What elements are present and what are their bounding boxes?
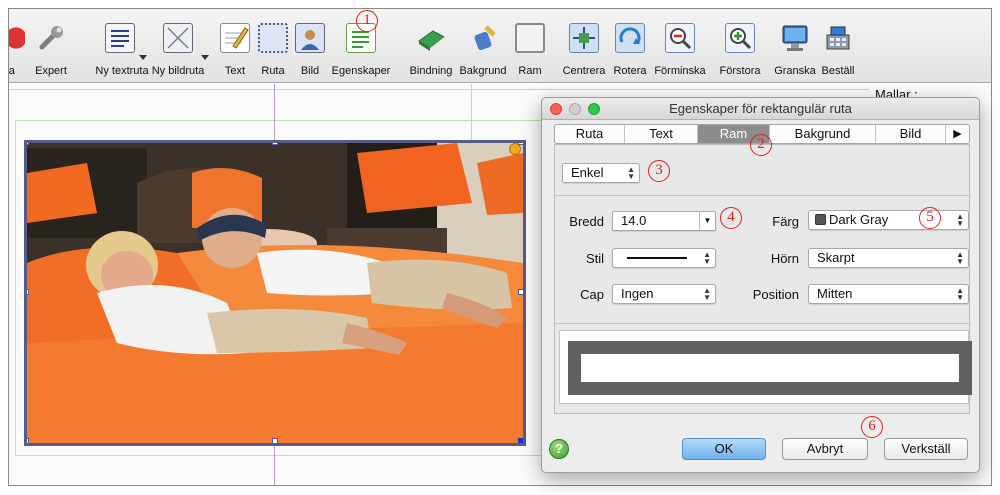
expert-button[interactable]: Expert: [29, 23, 73, 81]
line-style-select[interactable]: ▲ ▼: [612, 248, 716, 268]
ok-button[interactable]: OK: [682, 438, 766, 460]
position-select[interactable]: Mitten ▲ ▼: [808, 284, 969, 304]
minimize-window-button[interactable]: [569, 103, 581, 115]
resize-handle[interactable]: [272, 438, 278, 443]
more-tabs-arrow[interactable]: ▶: [946, 125, 969, 143]
callout-5: 5: [919, 207, 941, 229]
image-frame-icon: [163, 23, 193, 53]
stepper-arrows-icon: ▲ ▼: [956, 286, 964, 302]
callout-3: 3: [648, 160, 670, 182]
resize-handle[interactable]: [518, 438, 523, 443]
dialog-title-bar[interactable]: Egenskaper för rektangulär ruta: [542, 98, 979, 120]
preview-button[interactable]: Granska: [771, 23, 819, 81]
cancel-button[interactable]: Avbryt: [782, 438, 868, 460]
color-swatch: [815, 214, 826, 225]
resize-handle[interactable]: [518, 289, 523, 295]
resize-handle[interactable]: [27, 143, 29, 145]
callout-4: 4: [720, 207, 742, 229]
divider: [555, 195, 971, 196]
center-arrows-icon: [569, 23, 599, 53]
frame-icon: [515, 23, 545, 53]
resize-handle[interactable]: [27, 289, 29, 295]
cap-label: Cap: [580, 287, 604, 302]
resize-handle[interactable]: [27, 438, 29, 443]
stepper-arrows-icon: ▲ ▼: [703, 286, 711, 302]
style-label: Stil: [585, 251, 604, 266]
center-button[interactable]: Centrera: [560, 23, 608, 81]
width-label: Bredd: [569, 214, 604, 229]
tab-bild[interactable]: Bild: [876, 125, 946, 143]
rotate-icon: [615, 23, 645, 53]
main-toolbar: ra Expert Ny textruta Ny bildruta: [9, 9, 991, 83]
tab-ruta[interactable]: Ruta: [555, 125, 625, 143]
stepper-arrows-icon: ▲ ▼: [627, 165, 635, 181]
rotate-button[interactable]: Rotera: [610, 23, 650, 81]
binding-button[interactable]: Bindning: [406, 23, 456, 81]
cap-select[interactable]: Ingen ▲ ▼: [612, 284, 716, 304]
text-button[interactable]: Text: [219, 23, 251, 81]
image-frame[interactable]: [24, 140, 526, 446]
color-select[interactable]: Dark Gray ▲ ▼: [808, 210, 969, 230]
close-window-button[interactable]: [550, 103, 562, 115]
help-button[interactable]: ?: [549, 439, 569, 459]
cash-register-icon: [823, 23, 853, 53]
properties-button[interactable]: Egenskaper: [331, 23, 391, 81]
border-mode-select[interactable]: Enkel ▲ ▼: [562, 163, 640, 183]
callout-6: 6: [861, 416, 883, 438]
monitor-icon: [780, 23, 810, 53]
green-book-icon: [416, 23, 446, 53]
resize-handle[interactable]: [272, 143, 278, 145]
zoom-in-image-icon: [725, 23, 755, 53]
ram-tab-panel: Enkel ▲ ▼ Bredd 14.0 ▼ Färg Dark Gray ▲ ▼ …: [554, 144, 972, 414]
enlarge-button[interactable]: Förstora: [714, 23, 766, 81]
tab-bakgrund[interactable]: Bakgrund: [770, 125, 876, 143]
shrink-button[interactable]: Förminska: [651, 23, 709, 81]
photo-children-on-orange-cushions: [27, 143, 523, 443]
wrench-icon: [36, 23, 66, 53]
zoom-out-image-icon: [665, 23, 695, 53]
box-button[interactable]: Ruta: [257, 23, 289, 81]
image-button[interactable]: Bild: [294, 23, 326, 81]
border-preview-area: [559, 330, 972, 404]
stepper-arrows-icon: ▲ ▼: [703, 250, 711, 266]
apply-button[interactable]: Verkställ: [884, 438, 968, 460]
new-image-frame-button[interactable]: Ny bildruta: [145, 23, 211, 81]
toolbar-item-partial[interactable]: ra: [9, 23, 25, 81]
callout-2: 2: [750, 134, 772, 156]
solid-line-preview: [627, 257, 687, 259]
dotted-box-icon: [258, 23, 288, 53]
pencil-notepad-icon: [220, 23, 250, 53]
paint-bucket-icon: [468, 23, 498, 53]
dialog-title: Egenskaper för rektangulär ruta: [669, 101, 852, 116]
color-label: Färg: [772, 214, 799, 229]
divider: [555, 323, 971, 324]
border-preview-sample: [568, 341, 972, 395]
frame-button[interactable]: Ram: [514, 23, 546, 81]
chevron-down-icon[interactable]: [201, 55, 209, 60]
page-margin-line: [9, 89, 869, 90]
corner-select[interactable]: Skarpt ▲ ▼: [808, 248, 969, 268]
stepper-arrows-icon: ▲ ▼: [956, 250, 964, 266]
position-label: Position: [752, 287, 799, 302]
zoom-window-button[interactable]: [588, 103, 600, 115]
order-button[interactable]: Beställ: [817, 23, 859, 81]
bleed-guide: [471, 84, 472, 144]
background-button[interactable]: Bakgrund: [459, 23, 507, 81]
width-input[interactable]: 14.0 ▼: [612, 211, 716, 231]
portrait-icon: [295, 23, 325, 53]
tab-text[interactable]: Text: [625, 125, 698, 143]
combo-dropdown-icon[interactable]: ▼: [699, 212, 715, 230]
callout-1: 1: [356, 10, 378, 32]
rotation-handle[interactable]: [509, 143, 521, 155]
partial-red-icon: [9, 23, 25, 53]
text-frame-icon: [105, 23, 135, 53]
corner-label: Hörn: [770, 251, 799, 266]
stepper-arrows-icon: ▲ ▼: [956, 212, 964, 228]
